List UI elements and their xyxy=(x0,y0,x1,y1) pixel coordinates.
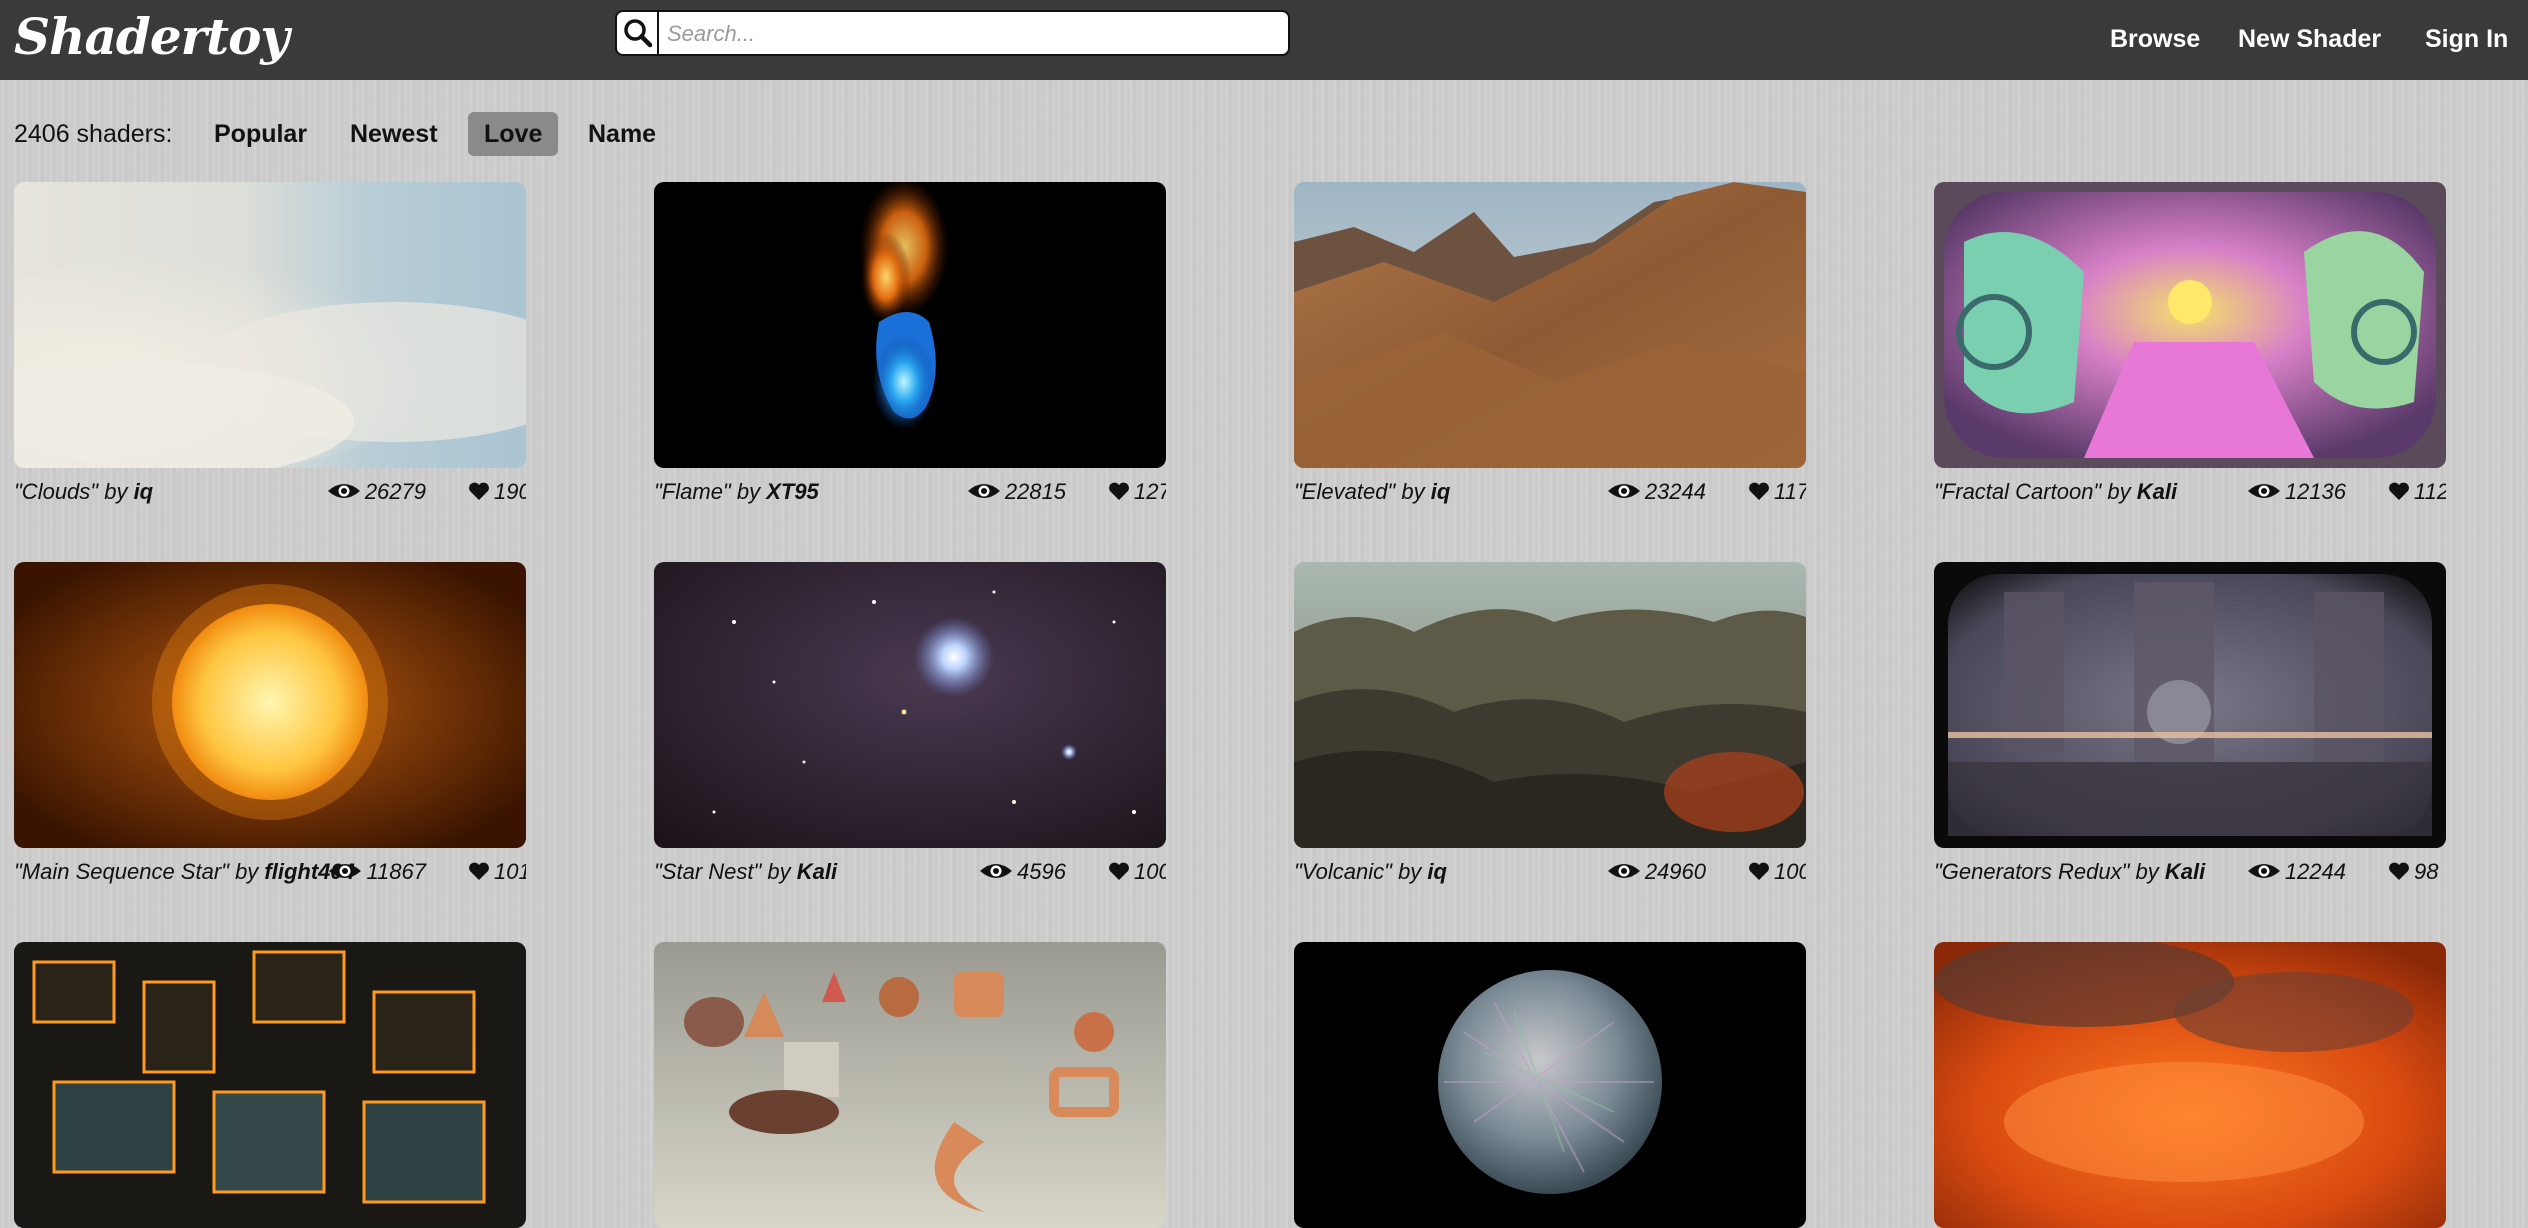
shader-info: "Clouds" by iq 26279 190 xyxy=(14,474,526,510)
shader-thumbnail[interactable] xyxy=(1934,942,2446,1228)
eye-icon xyxy=(967,484,1000,499)
eye-icon xyxy=(2247,484,2280,499)
view-count: 12136 xyxy=(2247,474,2346,510)
heart-icon xyxy=(469,862,489,881)
shader-title: "Star Nest" by xyxy=(654,859,797,884)
shader-title: "Main Sequence Star" by xyxy=(14,859,265,884)
view-count: 26279 xyxy=(327,474,426,510)
eye-icon xyxy=(2247,864,2280,879)
heart-icon xyxy=(2389,482,2409,501)
like-count: 101 xyxy=(468,854,526,890)
heart-icon xyxy=(1749,482,1769,501)
eye-icon xyxy=(327,484,360,499)
shader-info: "Generators Redux" by Kali 12244 98 xyxy=(1934,854,2446,890)
view-count: 4596 xyxy=(979,854,1066,890)
shader-author[interactable]: Kali xyxy=(2165,859,2205,884)
shader-thumbnail[interactable] xyxy=(1294,182,1806,468)
shader-author[interactable]: Kali xyxy=(2137,479,2177,504)
top-bar: Shadertoy Browse New Shader Sign In xyxy=(0,0,2528,80)
shader-title: "Generators Redux" by xyxy=(1934,859,2165,884)
heart-icon xyxy=(1749,862,1769,881)
shader-title: "Elevated" by xyxy=(1294,479,1431,504)
shader-count: 2406 shaders: xyxy=(14,120,173,148)
shader-thumbnail[interactable] xyxy=(14,182,526,468)
like-count: 100 xyxy=(1108,854,1166,890)
shader-title: "Clouds" by xyxy=(14,479,134,504)
search-icon xyxy=(624,19,653,48)
shader-info: "Main Sequence Star" by flight404 11867 … xyxy=(14,854,526,890)
eye-icon xyxy=(329,864,362,879)
shader-author[interactable]: iq xyxy=(134,479,154,504)
shader-author[interactable]: XT95 xyxy=(766,479,819,504)
heart-icon xyxy=(469,482,489,501)
shader-author[interactable]: iq xyxy=(1427,859,1447,884)
sort-love[interactable]: Love xyxy=(468,112,559,156)
like-count: 190 xyxy=(468,474,526,510)
search-input[interactable] xyxy=(665,14,1279,54)
sort-popular[interactable]: Popular xyxy=(198,112,323,156)
view-count: 11867 xyxy=(328,854,426,890)
sort-name[interactable]: Name xyxy=(572,112,672,156)
shader-info: "Elevated" by iq 23244 117 xyxy=(1294,474,1806,510)
shader-thumbnail[interactable] xyxy=(1294,942,1806,1228)
heart-icon xyxy=(1109,862,1129,881)
like-count: 112 xyxy=(2388,474,2446,510)
shader-author[interactable]: iq xyxy=(1431,479,1451,504)
like-count: 117 xyxy=(1748,474,1806,510)
shader-title: "Flame" by xyxy=(654,479,767,504)
eye-icon xyxy=(1607,864,1640,879)
view-count: 22815 xyxy=(967,474,1066,510)
shader-title: "Fractal Cartoon" by xyxy=(1934,479,2137,504)
logo[interactable]: Shadertoy xyxy=(14,2,289,78)
shader-info: "Fractal Cartoon" by Kali 12136 112 xyxy=(1934,474,2446,510)
eye-icon xyxy=(1607,484,1640,499)
search-button[interactable] xyxy=(617,12,659,54)
shader-thumbnail[interactable] xyxy=(654,562,1166,848)
shader-thumbnail[interactable] xyxy=(654,182,1166,468)
eye-icon xyxy=(980,864,1013,879)
nav-browse[interactable]: Browse xyxy=(2110,0,2200,80)
like-count: 100 xyxy=(1748,854,1806,890)
view-count: 23244 xyxy=(1607,474,1706,510)
view-count: 12244 xyxy=(2247,854,2346,890)
shader-thumbnail[interactable] xyxy=(1294,562,1806,848)
view-count: 24960 xyxy=(1607,854,1706,890)
heart-icon xyxy=(1109,482,1129,501)
shader-info: "Volcanic" by iq 24960 100 xyxy=(1294,854,1806,890)
shader-info: "Flame" by XT95 22815 127 xyxy=(654,474,1166,510)
shader-info: "Star Nest" by Kali 4596 100 xyxy=(654,854,1166,890)
nav-sign-in[interactable]: Sign In xyxy=(2425,0,2508,80)
shader-thumbnail[interactable] xyxy=(14,562,526,848)
search-box xyxy=(615,10,1290,56)
heart-icon xyxy=(2389,862,2409,881)
sort-newest[interactable]: Newest xyxy=(334,112,454,156)
shader-thumbnail[interactable] xyxy=(1934,182,2446,468)
shader-title: "Volcanic" by xyxy=(1294,859,1428,884)
shader-thumbnail[interactable] xyxy=(1934,562,2446,848)
nav-new-shader[interactable]: New Shader xyxy=(2238,0,2381,80)
like-count: 98 xyxy=(2388,854,2446,890)
like-count: 127 xyxy=(1108,474,1166,510)
shader-thumbnail[interactable] xyxy=(14,942,526,1228)
shader-author[interactable]: Kali xyxy=(797,859,837,884)
shader-thumbnail[interactable] xyxy=(654,942,1166,1228)
